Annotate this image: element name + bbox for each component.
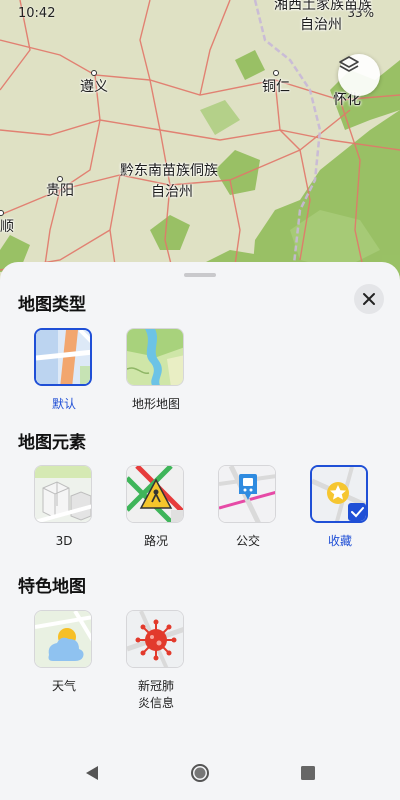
map-element-favorites-label: 收藏 [327, 534, 352, 548]
city-marker-tongren [273, 70, 279, 76]
close-icon [363, 293, 375, 305]
section-title-map-type: 地图类型 [18, 295, 86, 315]
nav-recents-button[interactable] [296, 763, 320, 783]
virus-icon [127, 611, 183, 667]
city-marker-guiyang [57, 176, 63, 182]
nav-home-button[interactable] [188, 763, 212, 783]
close-button[interactable] [354, 284, 384, 314]
section-title-map-elements: 地图元素 [18, 433, 86, 453]
home-circle-icon [191, 764, 209, 782]
nav-back-button[interactable] [80, 763, 104, 783]
map-type-terrain-label: 地形地图 [131, 397, 180, 411]
map-label-tongren: 铜仁 [262, 79, 290, 95]
terrain-map-icon [127, 329, 183, 385]
map-element-transit-label: 公交 [235, 534, 260, 548]
weather-icon [35, 611, 91, 667]
map-view[interactable]: 10:42 33% 湘西土家族苗族 自治州 遵义 铜仁 怀化 黔东南苗族侗族 自… [0, 0, 400, 300]
map-label-anshun: 顺 [0, 219, 14, 235]
map-label-zunyi: 遵义 [80, 79, 108, 95]
map-label-qiandongnan: 黔东南苗族侗族 [120, 163, 218, 179]
transit-icon [219, 466, 275, 522]
map-element-3d-label: 3D [55, 534, 73, 548]
layer-toggle-button[interactable] [338, 54, 380, 96]
default-map-thumbnail [34, 328, 92, 386]
weather-thumbnail [34, 610, 92, 668]
traffic-thumbnail [126, 465, 184, 523]
map-label-guiyang: 贵阳 [46, 183, 74, 199]
sheet-drag-handle[interactable] [184, 273, 216, 277]
transit-thumbnail [218, 465, 276, 523]
city-marker-zunyi [91, 70, 97, 76]
terrain-map-thumbnail [126, 328, 184, 386]
map-label-qiandongnan-zizhizhou: 自治州 [151, 184, 193, 200]
section-title-special-maps: 特色地图 [18, 577, 86, 597]
system-navigation-bar [0, 747, 400, 800]
favorites-star-icon [312, 467, 366, 521]
map-element-traffic-label: 路况 [143, 534, 168, 548]
traffic-icon [127, 466, 183, 522]
map-label-xiangxi: 湘西土家族苗族 [274, 0, 372, 13]
3d-thumbnail [34, 465, 92, 523]
covid-thumbnail [126, 610, 184, 668]
special-map-weather-label: 天气 [51, 679, 76, 693]
default-map-icon [36, 330, 90, 384]
map-type-default-label: 默认 [51, 397, 76, 411]
favorites-thumbnail [310, 465, 368, 523]
map-label-xiangxi-zizhizhou: 自治州 [300, 17, 342, 33]
map-layers-sheet: 地图类型 默认 地形地图 地图元素 3D 路况 公交 收藏 特色地图 天气 新冠… [0, 262, 400, 747]
special-map-covid-label: 新冠肺 炎信息 [137, 679, 174, 710]
status-time: 10:42 [18, 6, 56, 21]
recents-square-icon [301, 766, 315, 780]
map-canvas [0, 0, 400, 300]
back-triangle-icon [86, 766, 98, 780]
3d-buildings-icon [35, 466, 91, 522]
layers-icon [339, 56, 359, 72]
